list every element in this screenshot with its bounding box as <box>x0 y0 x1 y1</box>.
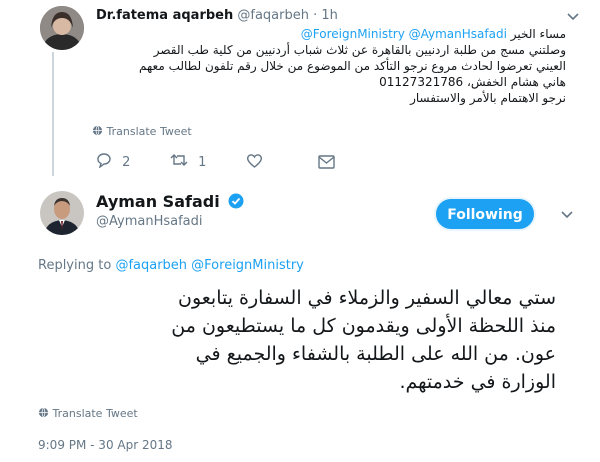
envelope-icon <box>318 154 335 173</box>
timestamp[interactable]: 9:09 PM - 30 Apr 2018 <box>38 438 173 452</box>
globe-icon <box>38 407 49 421</box>
reply-button[interactable]: 2 <box>96 152 130 172</box>
tweet-line: العيني تعرضوا لحادث مروع نرجو التأكد من … <box>139 59 566 73</box>
display-name-text: Ayman Safadi <box>96 192 220 211</box>
like-button[interactable] <box>246 152 263 173</box>
greeting: مساء الخير <box>510 27 566 41</box>
tweet-line-1: @ForeignMinistry @AymanHsafadi مساء الخي… <box>96 26 566 42</box>
handle[interactable]: @AymanHsafadi <box>96 214 203 229</box>
replying-to: Replying to @faqarbeh @ForeignMinistry <box>38 258 304 273</box>
replying-mentions[interactable]: @faqarbeh @ForeignMinistry <box>115 258 303 273</box>
direct-message-button[interactable] <box>318 153 335 173</box>
retweet-icon <box>170 152 188 172</box>
tweet-time[interactable]: 1h <box>321 8 338 23</box>
retweet-button[interactable]: 1 <box>170 152 206 172</box>
replying-prefix: Replying to <box>38 258 112 273</box>
tweet-header: Dr.fatema aqarbeh @faqarbeh · 1h <box>96 8 338 23</box>
verified-badge-icon <box>228 193 244 213</box>
translate-tweet-link[interactable]: Translate Tweet <box>38 407 138 421</box>
globe-icon <box>92 125 103 139</box>
more-options-icon[interactable] <box>560 206 574 225</box>
translate-label: Translate Tweet <box>106 125 192 138</box>
handle[interactable]: @faqarbeh <box>237 8 309 23</box>
separator: · <box>313 8 318 23</box>
avatar[interactable] <box>40 191 84 235</box>
display-name[interactable]: Ayman Safadi <box>96 192 244 213</box>
tweet-line: منذ اللحظة الأولى ويقدمون كل ما يستطيعون… <box>171 315 556 337</box>
mentions[interactable]: @ForeignMinistry @AymanHsafadi <box>301 27 507 41</box>
tweet-text: @ForeignMinistry @AymanHsafadi مساء الخي… <box>96 26 566 106</box>
tweet-line: ستي معالي السفير والزملاء في السفارة يتا… <box>177 287 556 309</box>
avatar[interactable] <box>40 6 84 50</box>
more-options-icon[interactable] <box>566 8 580 27</box>
following-button[interactable]: Following <box>434 197 536 231</box>
translate-tweet-link[interactable]: Translate Tweet <box>92 125 192 139</box>
tweet-line: عون. من الله على الطلبة بالشفاء والجميع … <box>195 343 556 365</box>
translate-label: Translate Tweet <box>52 407 138 420</box>
tweet-line: وصلتني مسج من طلبة اردنيين بالقاهرة عن ث… <box>153 43 566 57</box>
heart-icon <box>246 153 263 173</box>
reply-count: 2 <box>122 154 131 170</box>
reply-icon <box>96 152 112 172</box>
tweet-text: ستي معالي السفير والزملاء في السفارة يتا… <box>30 284 556 396</box>
display-name[interactable]: Dr.fatema aqarbeh <box>96 8 233 23</box>
retweet-count: 1 <box>198 154 207 170</box>
tweet-line: الوزارة في خدمتهم. <box>399 371 556 393</box>
thread-line <box>52 52 54 176</box>
tweet-line: هاني هشام الخفش، 01127321786 <box>379 75 566 89</box>
tweet-line: نرجو الاهتمام بالأمر والاستفسار <box>410 91 566 105</box>
